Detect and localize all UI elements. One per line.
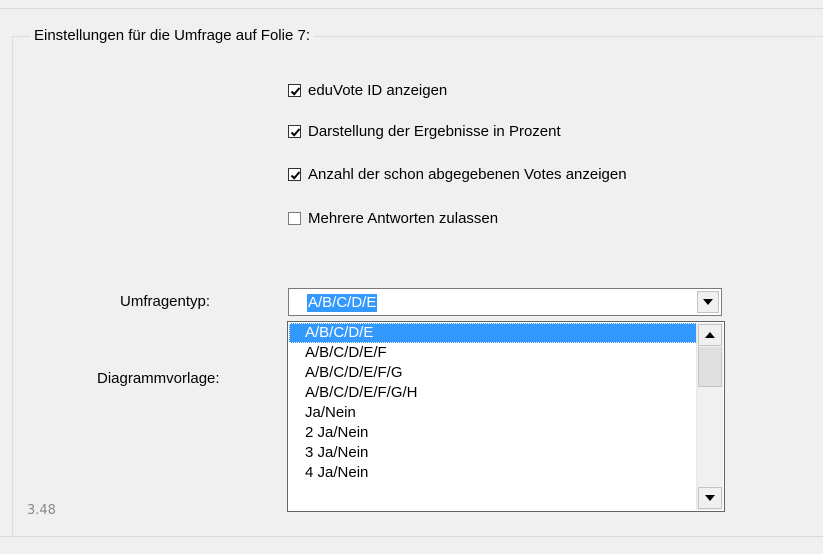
scroll-down-button[interactable]: [698, 487, 722, 509]
checkbox-multiple-answers[interactable]: [288, 211, 301, 225]
checkmark-icon: [290, 127, 301, 137]
top-divider: [0, 8, 823, 9]
dropdown-option[interactable]: 4 Ja/Nein: [289, 463, 697, 483]
checkmark-icon: [290, 170, 301, 180]
bottom-divider: [0, 536, 823, 537]
checkbox-show-eduvote-id[interactable]: [288, 83, 301, 97]
scroll-down-arrow-icon: [705, 495, 715, 501]
checkmark-icon: [290, 86, 301, 96]
umfragentyp-dropdown-list[interactable]: A/B/C/D/E A/B/C/D/E/F A/B/C/D/E/F/G A/B/…: [287, 321, 725, 512]
settings-dialog: Einstellungen für die Umfrage auf Folie …: [0, 0, 823, 554]
dropdown-items: A/B/C/D/E A/B/C/D/E/F A/B/C/D/E/F/G A/B/…: [289, 323, 697, 483]
option-results-percent[interactable]: Darstellung der Ergebnisse in Prozent: [288, 121, 561, 141]
dropdown-option[interactable]: 2 Ja/Nein: [289, 423, 697, 443]
dropdown-scrollbar[interactable]: [696, 323, 723, 510]
umfragentyp-selected-value: A/B/C/D/E: [307, 294, 378, 312]
checkbox-show-vote-count[interactable]: [288, 167, 301, 181]
diagrammvorlage-label: Diagrammvorlage:: [97, 370, 220, 387]
option-multiple-answers[interactable]: Mehrere Antworten zulassen: [288, 208, 498, 228]
dropdown-option[interactable]: A/B/C/D/E/F/G/H: [289, 383, 697, 403]
scroll-up-button[interactable]: [698, 324, 722, 346]
chevron-down-icon: [703, 299, 713, 305]
option-show-eduvote-id[interactable]: eduVote ID anzeigen: [288, 80, 447, 100]
umfragentyp-select[interactable]: A/B/C/D/E: [288, 288, 722, 316]
dropdown-option[interactable]: A/B/C/D/E: [289, 323, 697, 343]
dropdown-option[interactable]: Ja/Nein: [289, 403, 697, 423]
dropdown-button[interactable]: [697, 291, 719, 313]
umfragentyp-label: Umfragentyp:: [120, 293, 211, 310]
scroll-thumb[interactable]: [698, 347, 722, 387]
checkbox-results-percent[interactable]: [288, 124, 301, 138]
option-show-vote-count[interactable]: Anzahl der schon abgegebenen Votes anzei…: [288, 164, 627, 184]
version-label: 3.48: [27, 503, 56, 518]
option-label: Anzahl der schon abgegebenen Votes anzei…: [308, 165, 627, 183]
option-label: Darstellung der Ergebnisse in Prozent: [308, 122, 561, 140]
dropdown-option[interactable]: A/B/C/D/E/F/G: [289, 363, 697, 383]
dropdown-option[interactable]: 3 Ja/Nein: [289, 443, 697, 463]
scroll-up-arrow-icon: [705, 332, 715, 338]
option-label: eduVote ID anzeigen: [308, 81, 448, 99]
option-label: Mehrere Antworten zulassen: [308, 209, 499, 227]
dropdown-option[interactable]: A/B/C/D/E/F: [289, 343, 697, 363]
group-title: Einstellungen für die Umfrage auf Folie …: [30, 27, 314, 45]
